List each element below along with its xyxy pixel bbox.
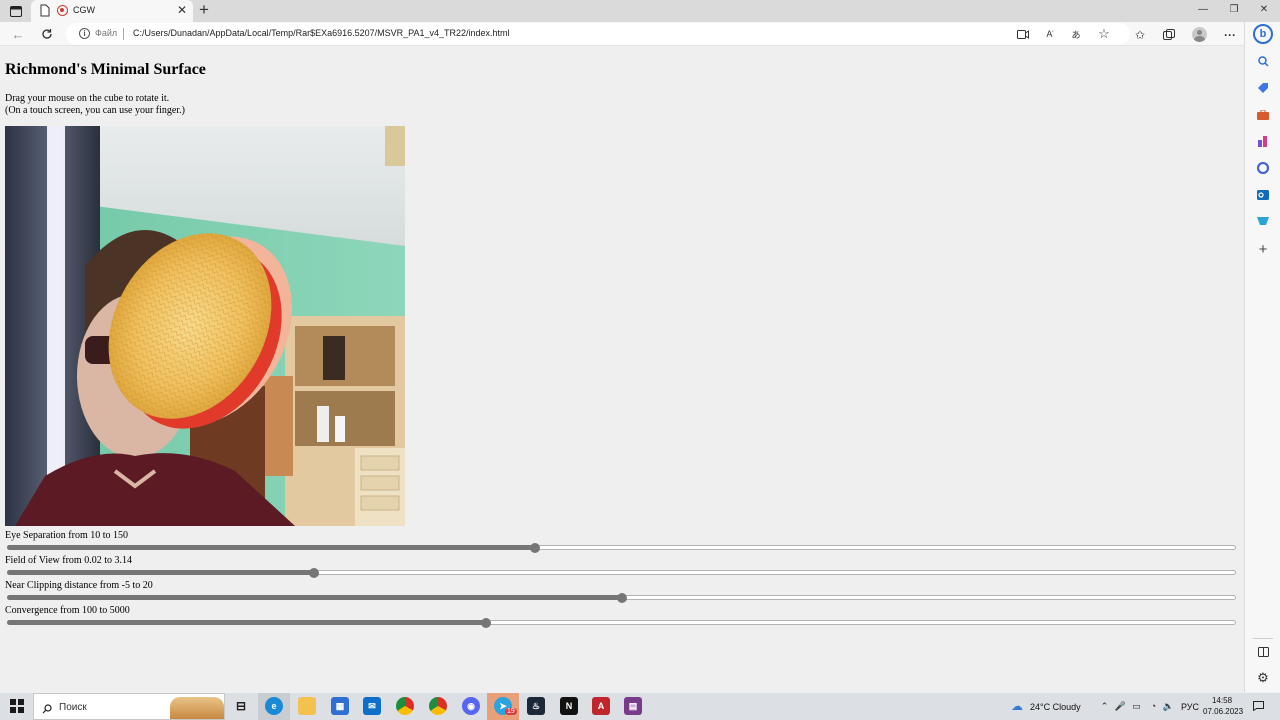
search-highlight-image	[170, 697, 224, 719]
shopping-tag-icon[interactable]	[1256, 81, 1270, 95]
site-info-icon[interactable]: i	[79, 28, 90, 39]
favorites-icon[interactable]: ✩	[1132, 27, 1148, 43]
slider-fill	[7, 545, 536, 550]
slider-thumb[interactable]	[530, 543, 541, 553]
collections-icon[interactable]	[1161, 27, 1177, 43]
search-icon[interactable]	[1256, 54, 1270, 68]
browser-toolbar: ← i Файл C:/Users/Dunadan/AppData/Local/…	[0, 22, 1244, 46]
taskbar-search-icon	[42, 701, 52, 714]
slider-fill	[7, 595, 622, 600]
games-icon[interactable]	[1256, 134, 1270, 148]
weather-text[interactable]: 24°C Cloudy	[1030, 702, 1081, 712]
discord-icon[interactable]: ◉	[462, 697, 480, 715]
address-bar[interactable]: i Файл C:/Users/Dunadan/AppData/Local/Te…	[66, 23, 1130, 45]
tray-overflow-icon[interactable]: ⌃	[1099, 700, 1110, 712]
slider-thumb[interactable]	[309, 568, 320, 578]
microsoft-365-icon[interactable]	[1256, 161, 1270, 175]
page-title: Richmond's Minimal Surface	[5, 61, 206, 78]
slider-thumb[interactable]	[616, 593, 627, 603]
chrome-profile-icon[interactable]	[429, 697, 447, 715]
restore-icon[interactable]: ❐	[1227, 4, 1241, 15]
outlook-icon[interactable]	[1256, 188, 1270, 202]
address-separator	[123, 28, 124, 40]
recording-icon	[57, 5, 68, 16]
webgl-canvas[interactable]	[5, 126, 405, 526]
slider-thumb[interactable]	[481, 618, 492, 628]
tab-strip: CGW ✕ + — ❐ ✕	[0, 0, 1280, 22]
clock-time[interactable]: 14:58	[1212, 696, 1232, 705]
tab-title: CGW	[73, 5, 95, 15]
telegram-badge: 19	[505, 708, 517, 715]
add-sidebar-app-icon[interactable]: +	[1256, 241, 1270, 258]
webcam-scene	[5, 126, 405, 526]
back-icon[interactable]: ←	[9, 25, 27, 43]
file-explorer-icon[interactable]	[298, 697, 316, 715]
page-content: Richmond's Minimal Surface Drag your mou…	[0, 47, 1244, 693]
steam-icon[interactable]: ♨	[527, 697, 545, 715]
favorite-star-icon[interactable]: ☆	[1097, 26, 1111, 41]
camera-icon[interactable]	[1016, 27, 1030, 41]
slider-fill	[7, 570, 315, 575]
chrome-icon[interactable]	[396, 697, 414, 715]
instruction-line-2: (On a touch screen, you can use your fin…	[5, 105, 185, 116]
translate-icon[interactable]: あ	[1069, 27, 1083, 41]
window-close-icon[interactable]: ✕	[1257, 4, 1271, 15]
notion-icon[interactable]: N	[560, 697, 578, 715]
sidebar-separator	[1253, 638, 1273, 639]
url-text[interactable]: C:/Users/Dunadan/AppData/Local/Temp/Rar$…	[133, 28, 510, 38]
winrar-icon[interactable]: ▤	[624, 697, 642, 715]
minimize-icon[interactable]: —	[1196, 4, 1210, 15]
edge-taskbar-icon[interactable]: e	[265, 697, 283, 715]
page-icon	[40, 4, 50, 22]
clock-date[interactable]: 07.06.2023	[1203, 707, 1243, 716]
new-tab-icon[interactable]: +	[196, 1, 212, 19]
more-options-icon[interactable]: ···	[1222, 27, 1238, 43]
slider-fill	[7, 620, 487, 625]
field-of-view-slider[interactable]	[7, 567, 1236, 579]
split-screen-icon[interactable]	[1256, 645, 1270, 659]
tools-icon[interactable]	[1256, 108, 1270, 122]
near-clipping-label: Near Clipping distance from -5 to 20	[5, 580, 153, 591]
adobe-icon[interactable]: A	[592, 697, 610, 715]
eye-separation-slider[interactable]	[7, 542, 1236, 554]
notifications-icon[interactable]	[1251, 700, 1265, 712]
eye-separation-label: Eye Separation from 10 to 150	[5, 530, 129, 541]
battery-icon[interactable]: ▭	[1131, 700, 1142, 712]
refresh-icon[interactable]	[38, 25, 56, 43]
windows-taskbar: Поиск ⊟ e ▦ ✉ ◉ ➤ 19 ♨ N A ▤ ☁ 24°C Clou…	[0, 693, 1280, 720]
instruction-line-1: Drag your mouse on the cube to rotate it…	[5, 93, 170, 104]
convergence-slider[interactable]	[7, 617, 1236, 629]
near-clipping-slider[interactable]	[7, 592, 1236, 604]
volume-icon[interactable]: 🔈	[1163, 700, 1174, 712]
bing-chat-icon[interactable]: b	[1253, 24, 1273, 44]
wifi-icon[interactable]: ◔	[1148, 700, 1159, 712]
task-view-icon[interactable]: ⊟	[232, 697, 250, 715]
tab-close-icon[interactable]: ✕	[177, 3, 187, 17]
drop-icon[interactable]	[1256, 214, 1270, 228]
store-icon[interactable]: ▦	[331, 697, 349, 715]
convergence-label: Convergence from 100 to 5000	[5, 605, 130, 616]
taskbar-search-box[interactable]: Поиск	[33, 693, 225, 720]
read-aloud-icon[interactable]: Aꞌ	[1043, 27, 1057, 41]
tab-actions-icon[interactable]	[8, 3, 24, 19]
browser-tab[interactable]: CGW ✕	[31, 0, 193, 22]
taskbar-search-placeholder: Поиск	[59, 702, 87, 713]
profile-avatar[interactable]	[1192, 27, 1207, 42]
microphone-icon[interactable]: 🎤	[1115, 700, 1126, 712]
mail-icon[interactable]: ✉	[363, 697, 381, 715]
windows-start-icon[interactable]	[10, 699, 24, 713]
weather-cloud-icon[interactable]: ☁	[1008, 699, 1026, 713]
field-of-view-label: Field of View from 0.02 to 3.14	[5, 555, 132, 566]
sidebar-settings-icon[interactable]: ⚙	[1256, 670, 1270, 685]
scheme-label: Файл	[95, 28, 118, 38]
edge-sidebar: b + ⚙	[1244, 22, 1280, 692]
language-indicator[interactable]: РУС	[1181, 702, 1199, 712]
